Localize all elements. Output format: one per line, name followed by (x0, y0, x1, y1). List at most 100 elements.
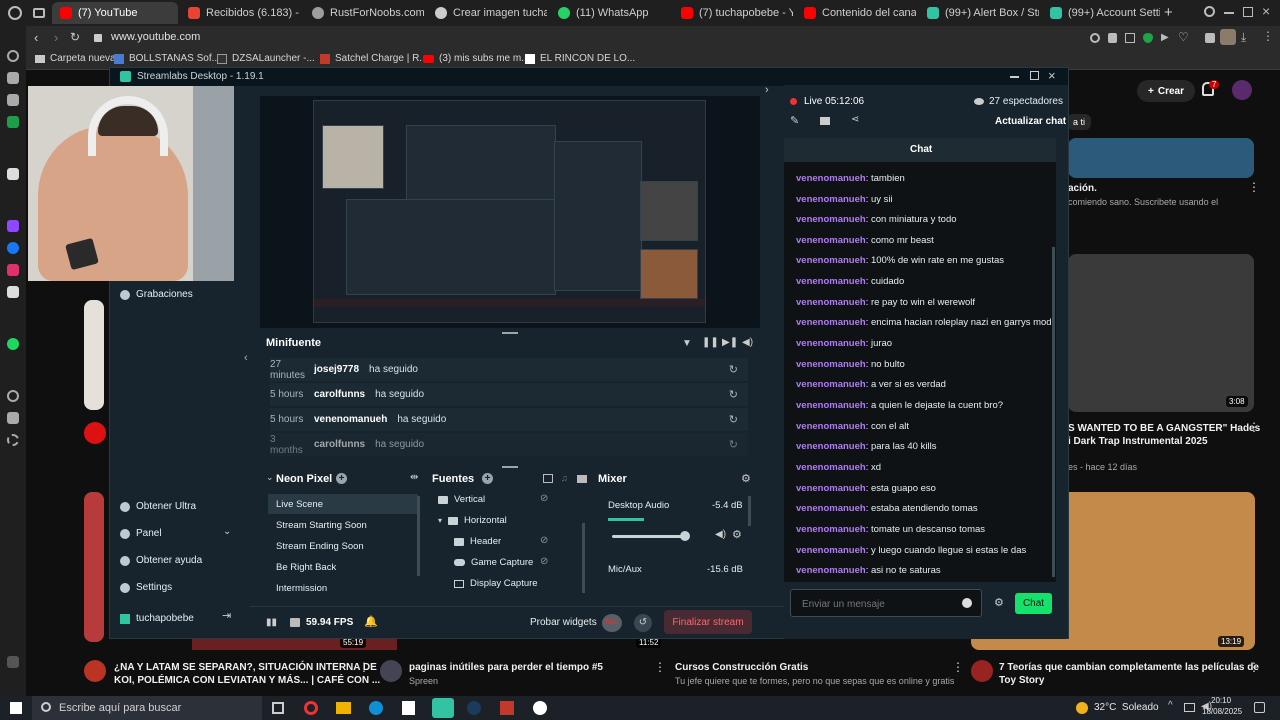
replay-icon[interactable]: ↻ (729, 363, 738, 376)
maximize-icon[interactable] (1243, 7, 1253, 17)
chat-scrollbar[interactable] (1052, 247, 1055, 577)
volume-icon[interactable]: ◀) (742, 337, 753, 348)
bookmark-mis-subs[interactable]: (3) mis subs me m... (423, 53, 530, 64)
probar-widgets-button[interactable]: Probar widgets (530, 617, 597, 628)
channel-avatar-6[interactable] (971, 660, 993, 682)
obs-icon[interactable] (533, 701, 547, 715)
visibility-icon[interactable]: ⊘ (540, 535, 548, 546)
nav-obtener-ayuda[interactable]: Obtener ayuda (120, 555, 202, 566)
nav-obtener-ultra[interactable]: Obtener Ultra (120, 501, 196, 512)
visibility-icon[interactable]: ⊘ (540, 493, 548, 504)
chip-for-you[interactable]: a ti (1067, 114, 1092, 130)
sl-maximize-icon[interactable] (1030, 71, 1039, 80)
wallet-icon[interactable] (7, 94, 19, 106)
clock-time[interactable]: 20:10 (1211, 696, 1231, 705)
video-thumbnail-2[interactable] (1068, 254, 1254, 412)
scenes-scrollbar[interactable] (417, 496, 420, 576)
nav-settings[interactable]: Settings (120, 582, 172, 593)
emoji-icon[interactable] (962, 598, 972, 608)
source-horizontal[interactable]: ▾ Horizontal (438, 515, 507, 526)
video-menu-icon[interactable]: ⋮ (1248, 660, 1260, 674)
account-avatar[interactable] (1232, 80, 1252, 100)
search-tabs-icon[interactable] (1204, 6, 1215, 17)
reload-icon[interactable]: ↻ (70, 30, 80, 44)
chat-input[interactable] (802, 597, 942, 611)
bookmark-el-rincon[interactable]: EL RINCON DE LO... (525, 53, 635, 64)
refresh-chat-button[interactable]: Actualizar chat (995, 116, 1066, 127)
source-game-capture[interactable]: Game Capture (454, 557, 533, 568)
video-menu-icon[interactable]: ⋮ (358, 660, 370, 674)
pause-icon[interactable]: ❚❚ (702, 337, 719, 348)
source-selection-icon[interactable] (543, 474, 553, 483)
channel-avatar-4[interactable] (380, 660, 402, 682)
logout-icon[interactable]: ⇥ (222, 609, 231, 622)
end-stream-button[interactable]: Finalizar stream (664, 610, 752, 634)
chevron-down-icon[interactable]: ⌄ (223, 526, 231, 537)
shield-icon[interactable] (1143, 33, 1153, 43)
chat-send-button[interactable]: Chat (1015, 593, 1052, 614)
video-title-6[interactable]: 7 Teorías que cambian completamente las … (999, 661, 1259, 674)
more-side-icon[interactable] (7, 656, 19, 668)
video-menu-icon[interactable]: ⋮ (654, 660, 666, 674)
video-title-6b[interactable]: Toy Story (999, 674, 1044, 687)
messenger-icon[interactable] (7, 72, 19, 84)
source-vertical[interactable]: Vertical (438, 494, 485, 505)
browser-options-icon[interactable]: ⋮ (1262, 29, 1274, 43)
bookmark-side-icon[interactable] (7, 412, 19, 424)
expand-right-icon[interactable]: › (765, 84, 769, 96)
video-title-3b[interactable]: KOI, POLÉMICA CON LEVIATAN Y MÁS... | CA… (114, 674, 380, 687)
opera-icon[interactable] (304, 701, 318, 715)
clock-icon[interactable] (7, 390, 19, 402)
bookmark-satchel-charge[interactable]: Satchel Charge | R... (320, 53, 428, 64)
scenes-collapse-icon[interactable]: ⌄ (266, 472, 274, 483)
back-icon[interactable]: ‹ (34, 30, 38, 45)
visibility-icon[interactable]: ⊘ (540, 556, 548, 567)
tab-crear-imagen[interactable]: Crear imagen tuchapo (427, 2, 547, 24)
video-title-3[interactable]: ¿NA Y LATAM SE SEPARAN?, SITUACIÓN INTER… (114, 661, 377, 674)
mail-icon[interactable] (7, 116, 19, 128)
tab-alert-box[interactable]: (99+) Alert Box / Stream (919, 2, 1039, 24)
close-icon[interactable]: × (1262, 3, 1270, 19)
player-icon[interactable]: ▶ (1161, 32, 1169, 43)
replay-icon[interactable]: ↻ (729, 413, 738, 426)
add-scene-icon[interactable]: + (336, 473, 347, 484)
bookmark-bollstanas[interactable]: BOLLSTANAS Sof... (114, 53, 220, 64)
new-tab-icon[interactable]: + (1164, 4, 1173, 21)
scene-starting-soon[interactable]: Stream Starting Soon (268, 515, 418, 535)
speaker-icon[interactable]: ◀) (715, 529, 726, 540)
share-icon[interactable]: ⋖ (851, 114, 859, 125)
epic-games-icon[interactable] (402, 701, 415, 715)
x-icon[interactable] (7, 286, 19, 298)
profile-avatar[interactable] (1220, 29, 1236, 45)
extensions-icon[interactable] (1108, 33, 1117, 43)
video-thumbnail-left[interactable] (84, 300, 104, 410)
bookmark-dzsalauncher[interactable]: DZSALauncher -... (217, 53, 315, 64)
tray-chevron-icon[interactable]: ^ (1168, 700, 1173, 711)
create-button[interactable]: + Crear (1137, 80, 1195, 102)
notifications-tray-icon[interactable] (1254, 702, 1265, 713)
channel-settings-icon[interactable]: ⚙ (732, 528, 742, 541)
nav-grabaciones[interactable]: Grabaciones (120, 289, 193, 300)
stats-icon[interactable]: ▮▮ (266, 617, 277, 628)
chat-settings-icon[interactable]: ⚙ (994, 596, 1004, 609)
replay-icon[interactable]: ↻ (729, 438, 738, 451)
download-icon[interactable]: ⤓ (1241, 30, 1246, 45)
video-menu-icon[interactable]: ⋮ (1248, 420, 1260, 434)
windows-start-icon[interactable] (10, 702, 22, 714)
nav-panel[interactable]: Panel (120, 528, 162, 539)
skip-icon[interactable]: ▶❚ (722, 337, 738, 348)
rust-icon[interactable] (500, 701, 514, 715)
scene-be-right-back[interactable]: Be Right Back (268, 557, 418, 577)
bookmark-carpeta-nueva[interactable]: Carpeta nueva (35, 53, 116, 64)
puzzle-icon[interactable] (1205, 33, 1215, 43)
mixer-scrollbar[interactable] (748, 496, 751, 526)
screenshot-icon[interactable] (1125, 33, 1135, 43)
source-audio-icon[interactable]: ♫ (561, 473, 568, 483)
video-title-4[interactable]: paginas inútiles para perder el tiempo #… (409, 661, 603, 674)
tab-rustfornoobs[interactable]: RustForNoobs.com | Mo (304, 2, 424, 24)
video-title-1[interactable]: ación. (1068, 182, 1097, 195)
notification-bell-icon[interactable]: 🔔 (364, 615, 378, 628)
volume-slider-handle[interactable] (680, 531, 690, 541)
settings-icon[interactable] (7, 434, 19, 446)
scene-ending-soon[interactable]: Stream Ending Soon (268, 536, 418, 556)
